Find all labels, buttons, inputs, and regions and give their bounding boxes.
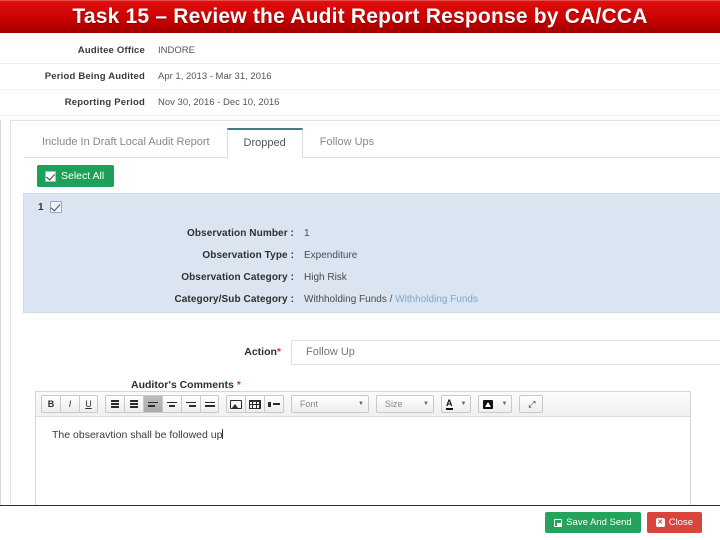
align-left-icon[interactable] <box>143 395 162 413</box>
chevron-down-icon: ▼ <box>501 401 508 407</box>
meta-label: Period Being Audited <box>44 71 145 82</box>
observation-rows: Observation Number : 1 Observation Type … <box>24 222 720 310</box>
required-asterisk: * <box>236 379 241 391</box>
close-icon: ✕ <box>655 518 665 527</box>
font-label: Font <box>300 399 319 409</box>
chevron-down-icon: ▼ <box>460 401 467 407</box>
rich-text-editor: B I U Font ▼ Size ▼ A ▼ ▼ ⤢ The obseravt… <box>35 391 691 513</box>
tab-follow-ups[interactable]: Follow Ups <box>303 127 391 157</box>
required-asterisk: * <box>276 346 281 358</box>
align-justify-icon[interactable] <box>200 395 219 413</box>
editor-toolbar: B I U Font ▼ Size ▼ A ▼ ▼ ⤢ <box>36 392 690 417</box>
audit-meta-block: Auditee Office INDORE Period Being Audit… <box>0 38 720 116</box>
observation-category-value: High Risk <box>304 271 347 283</box>
meta-row: Period Being Audited Apr 1, 2013 - Mar 3… <box>0 64 720 90</box>
comments-text: The obseravtion shall be followed up <box>52 429 223 441</box>
save-and-send-label: Save And Send <box>566 517 632 528</box>
chevron-down-icon: ▼ <box>358 401 364 407</box>
meta-value: Apr 1, 2013 - Mar 31, 2016 <box>158 71 272 82</box>
close-label: Close <box>668 517 693 528</box>
action-row: Action* Follow Up <box>11 339 720 365</box>
insert-group <box>226 395 284 413</box>
text-style-group: B I U <box>41 395 98 413</box>
observation-row: Observation Type : Expenditure <box>24 244 720 266</box>
font-size-dropdown[interactable]: Size ▼ <box>376 395 434 413</box>
unordered-list-icon[interactable] <box>124 395 143 413</box>
insert-table-icon[interactable] <box>245 395 264 413</box>
italic-icon[interactable]: I <box>60 395 79 413</box>
save-icon <box>554 518 563 527</box>
align-right-icon[interactable] <box>181 395 200 413</box>
meta-label: Reporting Period <box>64 97 145 108</box>
page-title: Task 15 – Review the Audit Report Respon… <box>72 4 648 28</box>
fullscreen-glyph: ⤢ <box>528 398 535 409</box>
meta-value: Nov 30, 2016 - Dec 10, 2016 <box>158 97 280 108</box>
observation-index: 1 <box>38 201 44 213</box>
italic-glyph: I <box>68 399 72 409</box>
text-color-picker[interactable]: A ▼ <box>441 395 472 413</box>
auditors-comments-label-text: Auditor's Comments <box>131 379 234 391</box>
observation-row: Category/Sub Category : Withholding Fund… <box>24 288 720 310</box>
fullscreen-icon[interactable]: ⤢ <box>519 395 544 413</box>
size-label: Size <box>385 399 403 409</box>
category-sub-category-label: Category/Sub Category : <box>174 293 294 305</box>
meta-label: Auditee Office <box>77 45 145 56</box>
slide-root: Task 15 – Review the Audit Report Respon… <box>0 0 720 540</box>
observation-header: 1 <box>38 201 62 213</box>
observation-number-label: Observation Number : <box>186 227 294 239</box>
category-main-text: Withholding Funds / <box>304 293 396 305</box>
panel-edge-outer <box>0 120 1 506</box>
meta-value: INDORE <box>158 45 195 56</box>
indent-icon[interactable] <box>264 395 284 413</box>
checkbox-checked-icon <box>45 170 56 182</box>
sub-category-text: Withholding Funds <box>395 293 478 305</box>
observation-panel: 1 Observation Number : 1 Observation Typ… <box>23 193 720 313</box>
action-label-text: Action <box>244 346 277 358</box>
observation-type-label: Observation Type : <box>202 249 294 261</box>
align-center-icon[interactable] <box>162 395 181 413</box>
insert-image-icon[interactable] <box>226 395 245 413</box>
background-color-icon <box>483 399 494 409</box>
close-button[interactable]: ✕ Close <box>646 512 702 533</box>
select-all-wrap: Select All <box>37 165 115 187</box>
font-family-dropdown[interactable]: Font ▼ <box>291 395 369 413</box>
text-caret <box>222 429 224 439</box>
action-select[interactable]: Follow Up <box>291 339 720 365</box>
main-card: Include In Draft Local Audit Report Drop… <box>10 120 720 513</box>
ordered-list-icon[interactable] <box>105 395 124 413</box>
observation-checkbox[interactable] <box>49 201 62 213</box>
category-sub-category-value: Withholding Funds / Withholding Funds <box>304 294 478 305</box>
observation-category-label: Observation Category : <box>181 271 294 283</box>
meta-row: Auditee Office INDORE <box>0 38 720 64</box>
underline-glyph: U <box>85 399 92 409</box>
chevron-down-icon: ▼ <box>423 401 429 407</box>
auditors-comments-label: Auditor's Comments * <box>131 379 241 391</box>
select-all-label: Select All <box>61 170 105 182</box>
footer-bar: Save And Send ✕ Close <box>0 506 720 540</box>
bold-icon[interactable]: B <box>41 395 60 413</box>
meta-row: Reporting Period Nov 30, 2016 - Dec 10, … <box>0 90 720 116</box>
tab-dropped[interactable]: Dropped <box>226 128 303 158</box>
observation-number-value: 1 <box>304 227 310 239</box>
text-color-icon: A <box>446 397 453 410</box>
fullscreen-group: ⤢ <box>519 395 544 413</box>
background-color-picker[interactable]: ▼ <box>478 395 513 413</box>
save-and-send-button[interactable]: Save And Send <box>545 512 641 533</box>
action-label: Action* <box>11 346 291 358</box>
footer-actions: Save And Send ✕ Close <box>545 512 702 533</box>
observation-row: Observation Category : High Risk <box>24 266 720 288</box>
action-value: Follow Up <box>306 346 355 358</box>
list-and-align-group <box>105 395 219 413</box>
title-banner: Task 15 – Review the Audit Report Respon… <box>0 0 720 33</box>
tab-bar: Include In Draft Local Audit Report Drop… <box>25 127 720 158</box>
observation-type-value: Expenditure <box>304 249 358 261</box>
observation-row: Observation Number : 1 <box>24 222 720 244</box>
underline-icon[interactable]: U <box>79 395 98 413</box>
select-all-button[interactable]: Select All <box>37 165 115 187</box>
bold-glyph: B <box>47 399 55 409</box>
comments-textarea[interactable]: The obseravtion shall be followed up <box>36 417 690 513</box>
tab-include-in-draft-local-audit-report[interactable]: Include In Draft Local Audit Report <box>25 127 227 157</box>
